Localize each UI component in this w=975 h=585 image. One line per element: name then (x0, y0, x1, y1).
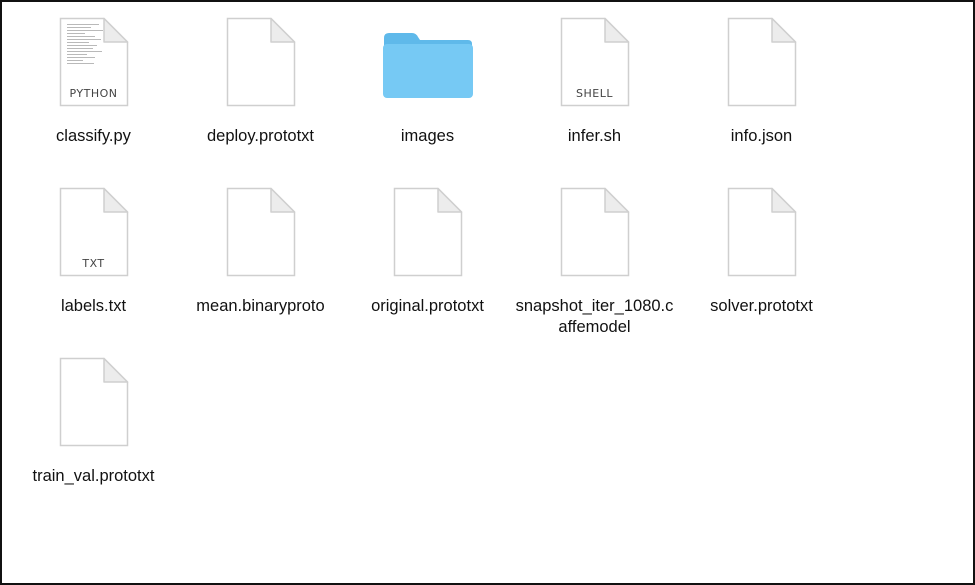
shell-file-icon: SHELL (559, 16, 631, 108)
file-name-label: original.prototxt (371, 297, 484, 315)
document-icon (392, 186, 464, 278)
file-name-label: snapshot_iter_1080.caffemodel (515, 297, 674, 336)
file-name-label: mean.binaryproto (196, 297, 325, 315)
file-item[interactable]: mean.binaryproto (177, 186, 344, 356)
file-item[interactable]: solver.prototxt (678, 186, 845, 356)
document-icon (559, 186, 631, 278)
icon-container (678, 186, 845, 282)
icon-container (344, 16, 511, 112)
file-item[interactable]: TXT labels.txt (10, 186, 177, 356)
file-item[interactable]: deploy.prototxt (177, 16, 344, 186)
file-grid: PYTHON classify.py deploy.prototxt images SH… (10, 16, 845, 526)
file-name-label: train_val.prototxt (32, 467, 155, 485)
file-name-label: deploy.prototxt (206, 127, 314, 145)
finder-window: PYTHON classify.py deploy.prototxt images SH… (0, 0, 975, 585)
file-name-label: images (400, 127, 455, 145)
icon-container: PYTHON (10, 16, 177, 112)
file-name-label: info.json (730, 127, 793, 145)
icon-container (177, 16, 344, 112)
icon-container (177, 186, 344, 282)
file-type-label: PYTHON (69, 87, 118, 100)
icon-container (10, 356, 177, 452)
document-icon (225, 186, 297, 278)
document-icon (726, 186, 798, 278)
file-item[interactable]: info.json (678, 16, 845, 186)
file-item[interactable]: SHELL infer.sh (511, 16, 678, 186)
icon-container (678, 16, 845, 112)
file-name-label: solver.prototxt (710, 297, 813, 315)
file-type-label: TXT (82, 257, 105, 270)
file-name-label: infer.sh (567, 127, 622, 145)
document-icon (726, 16, 798, 108)
icon-container (511, 186, 678, 282)
file-item[interactable]: original.prototxt (344, 186, 511, 356)
file-type-label: SHELL (576, 87, 613, 100)
file-item[interactable]: PYTHON classify.py (10, 16, 177, 186)
icon-container: TXT (10, 186, 177, 282)
file-item[interactable]: train_val.prototxt (10, 356, 177, 526)
code-preview (66, 24, 107, 66)
document-icon (225, 16, 297, 108)
folder-icon (382, 30, 474, 100)
icon-container (344, 186, 511, 282)
icon-container: SHELL (511, 16, 678, 112)
document-icon (58, 356, 130, 448)
file-item[interactable]: snapshot_iter_1080.caffemodel (511, 186, 678, 356)
folder-item[interactable]: images (344, 16, 511, 186)
python-file-icon: PYTHON (58, 16, 130, 108)
text-file-icon: TXT (58, 186, 130, 278)
file-name-label: labels.txt (60, 297, 127, 315)
file-name-label: classify.py (56, 127, 131, 145)
